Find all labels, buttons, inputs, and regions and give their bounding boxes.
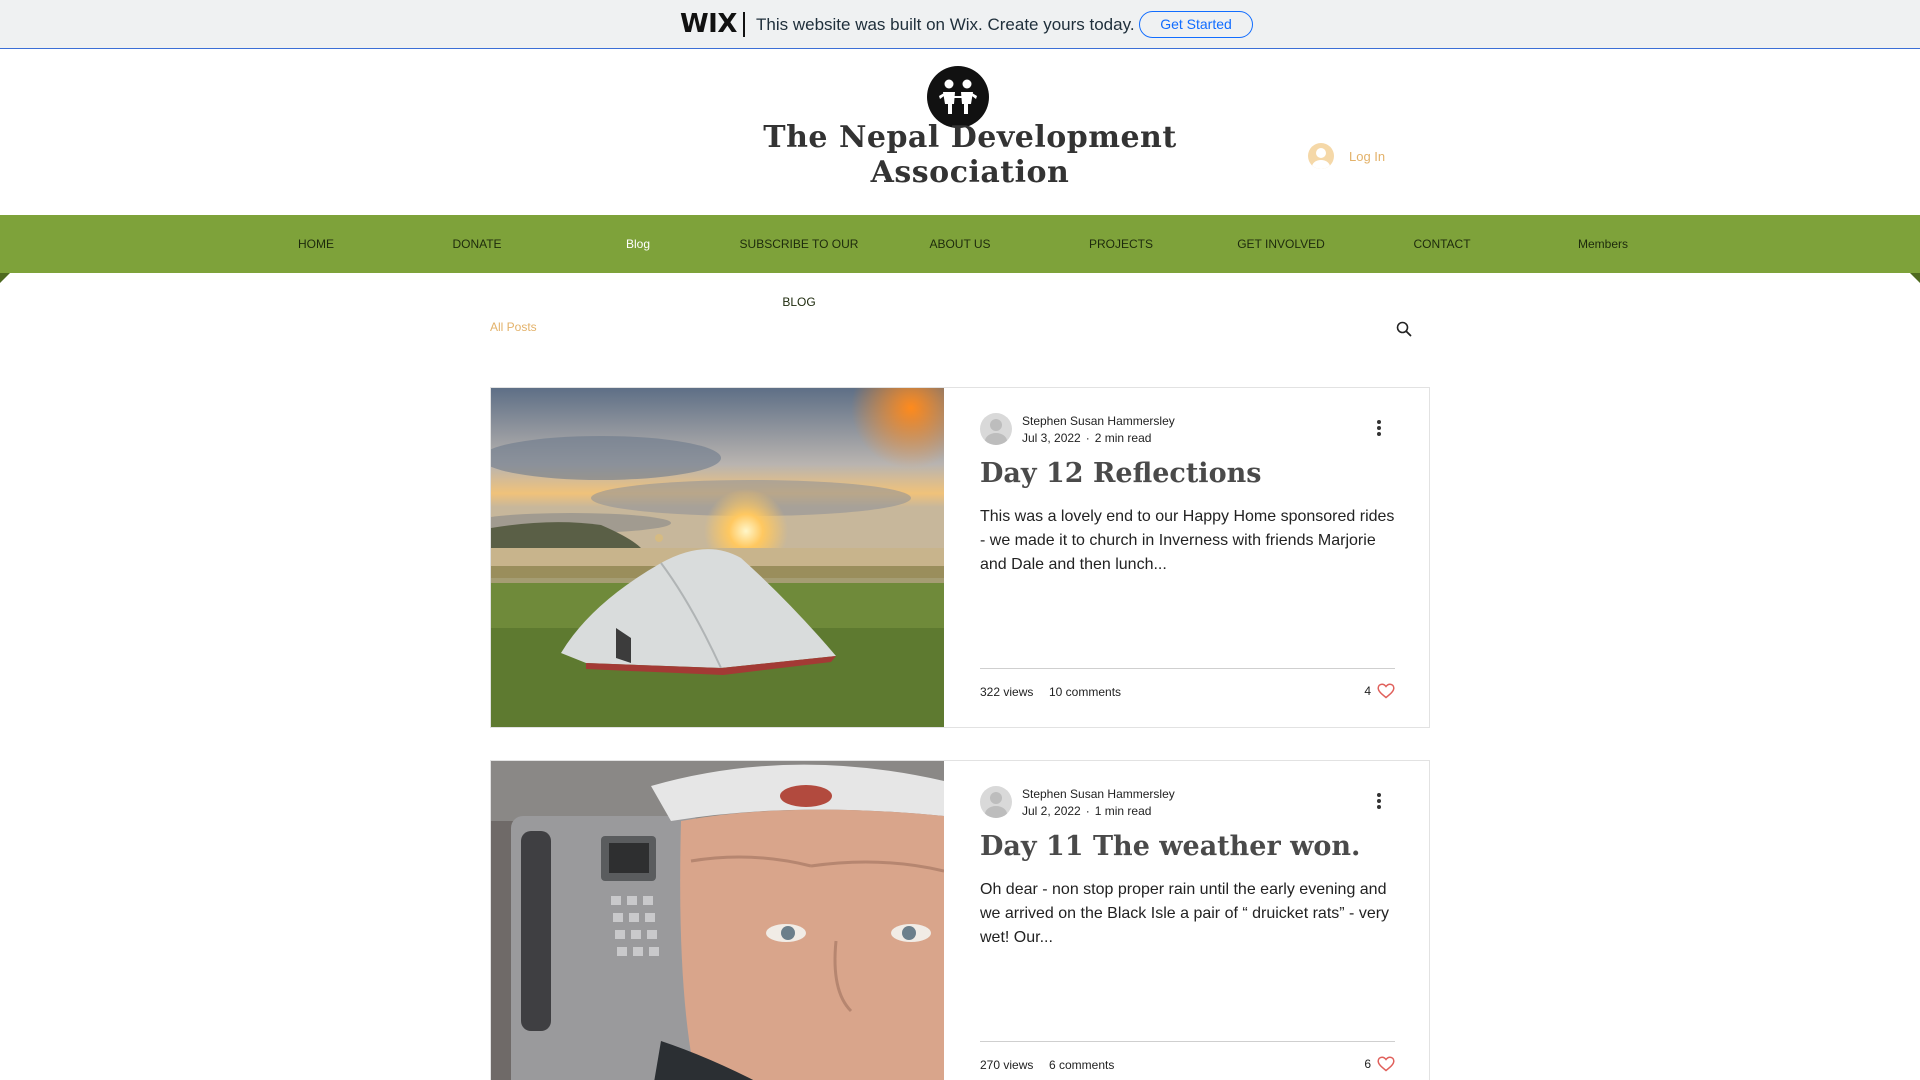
user-icon [1308,143,1334,169]
heart-icon [1377,1056,1395,1072]
nav-item-donate[interactable]: DONATE [402,215,552,273]
nav-item-home[interactable]: HOME [241,215,391,273]
views-count: 270 views [980,1058,1034,1072]
nav-item-about-us[interactable]: ABOUT US [885,215,1035,273]
post-meta: Jul 3, 2022 · 2 min read [1022,431,1151,445]
more-actions-icon[interactable] [1376,420,1382,438]
get-started-button[interactable]: Get Started [1139,11,1253,38]
author-avatar[interactable] [980,786,1012,818]
phone-box-selfie-photo [491,761,944,1080]
tent-sunset-photo [491,388,944,727]
meta-separator: · [1085,804,1090,818]
heart-icon [1377,683,1395,699]
banner-divider [743,12,745,37]
post-date: Jul 2, 2022 [1022,804,1081,818]
post-card[interactable]: Stephen Susan Hammersley Jul 2, 2022 · 1 m… [490,760,1430,1080]
post-excerpt[interactable]: Oh dear - non stop proper rain until the… [980,878,1395,950]
wix-logo[interactable]: WIX [680,9,737,39]
nav-item-contact[interactable]: CONTACT [1367,215,1517,273]
search-icon[interactable] [1396,321,1412,337]
wix-banner: WIX This website was built on Wix. Creat… [0,0,1920,49]
post-image-tent-sunset[interactable] [491,388,944,727]
author-name[interactable]: Stephen Susan Hammersley [1022,787,1175,801]
nav-item-subscribe[interactable]: SUBSCRIBE TO OUR BLOG [724,215,874,309]
children-silhouette-icon [929,68,987,126]
post-title[interactable]: Day 12 Reflections [980,458,1390,489]
nav-item-members[interactable]: Members [1528,215,1678,273]
post-excerpt[interactable]: This was a lovely end to our Happy Home … [980,505,1395,577]
like-button[interactable]: 4 [1364,683,1395,699]
post-image-phone-box-selfie[interactable] [491,761,944,1080]
nav-item-get-involved[interactable]: GET INVOLVED [1206,215,1356,273]
site-logo-icon[interactable] [927,66,989,128]
nav-ribbon-fold-left [0,273,10,283]
login-label: Log In [1349,148,1386,164]
views-count: 322 views [980,685,1034,699]
author-name[interactable]: Stephen Susan Hammersley [1022,414,1175,428]
comments-count[interactable]: 10 comments [1049,685,1121,699]
post-meta: Jul 2, 2022 · 1 min read [1022,804,1151,818]
nav-ribbon-fold-right [1910,273,1920,283]
like-count: 4 [1364,684,1371,698]
card-divider [980,668,1395,669]
like-button[interactable]: 6 [1364,1056,1395,1072]
post-date: Jul 3, 2022 [1022,431,1081,445]
all-posts-link[interactable]: All Posts [490,320,537,334]
like-count: 6 [1364,1057,1371,1071]
read-time: 1 min read [1094,804,1152,818]
login-button[interactable]: Log In [1308,143,1385,169]
nav-item-projects[interactable]: PROJECTS [1046,215,1196,273]
comments-count[interactable]: 6 comments [1049,1058,1114,1072]
post-card[interactable]: Stephen Susan Hammersley Jul 3, 2022 · 2 m… [490,387,1430,728]
meta-separator: · [1085,431,1090,445]
main-nav: HOME DONATE Blog SUBSCRIBE TO OUR BLOG A… [0,215,1920,309]
post-body: Stephen Susan Hammersley Jul 2, 2022 · 1 m… [980,761,1395,1080]
author-avatar[interactable] [980,413,1012,445]
card-divider [980,1041,1395,1042]
read-time: 2 min read [1094,431,1152,445]
banner-message: This website was built on Wix. Create yo… [756,15,1135,34]
nav-item-blog[interactable]: Blog [563,215,713,273]
post-body: Stephen Susan Hammersley Jul 3, 2022 · 2 m… [980,388,1395,727]
post-title[interactable]: Day 11 The weather won. [980,831,1390,862]
more-actions-icon[interactable] [1376,793,1382,811]
site-title[interactable]: The Nepal Development Association [700,120,1240,190]
